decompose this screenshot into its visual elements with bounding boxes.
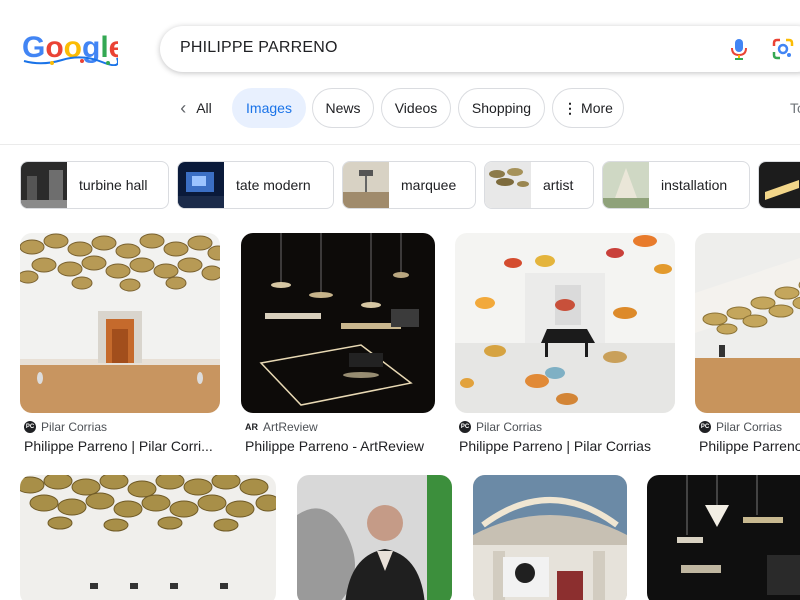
- result-thumbnail[interactable]: [455, 233, 675, 413]
- tab-news[interactable]: News: [312, 88, 374, 128]
- microphone-icon[interactable]: [730, 38, 748, 60]
- search-box[interactable]: PHILIPPE PARRENO: [160, 26, 800, 72]
- source-name: Pilar Corrias: [41, 420, 108, 434]
- google-lens-icon[interactable]: [772, 38, 794, 60]
- favicon: PC: [24, 421, 36, 433]
- image-result-thumbnail[interactable]: [297, 475, 452, 600]
- result-source[interactable]: PC Pilar Corrias: [24, 420, 107, 434]
- result-title[interactable]: Philippe Parreno - ArtReview: [245, 438, 435, 454]
- tab-news-label: News: [325, 100, 361, 116]
- chip-turbine-hall[interactable]: turbine hall: [20, 161, 169, 209]
- result-thumbnail[interactable]: [241, 233, 435, 413]
- source-name: Pilar Corrias: [476, 420, 543, 434]
- chip-thumbnail: [485, 162, 531, 208]
- result-title[interactable]: Philippe Parreno | Pilar Corri...: [24, 438, 220, 454]
- favicon: PC: [699, 421, 711, 433]
- chip-marquee[interactable]: marquee: [342, 161, 476, 209]
- tab-images[interactable]: Images: [232, 88, 306, 128]
- search-tabs: ‹ All Images News Videos Shopping ⋮ More: [0, 88, 800, 128]
- google-doodle-logo[interactable]: Google: [22, 30, 125, 67]
- tab-more-label: More: [581, 100, 613, 116]
- result-source[interactable]: PC Pilar Corrias: [699, 420, 782, 434]
- source-name: Pilar Corrias: [716, 420, 783, 434]
- favicon: AR: [245, 422, 258, 432]
- chip-label: installation: [661, 177, 728, 193]
- tab-videos[interactable]: Videos: [381, 88, 451, 128]
- favicon: PC: [459, 421, 471, 433]
- chip-label: turbine hall: [79, 177, 148, 193]
- result-thumbnail[interactable]: [20, 233, 220, 413]
- chip-installation[interactable]: installation: [602, 161, 750, 209]
- chip-thumbnail: [603, 162, 649, 208]
- result-source[interactable]: PC Pilar Corrias: [459, 420, 542, 434]
- image-result-thumbnail[interactable]: [647, 475, 800, 600]
- result-title[interactable]: Philippe Parreno | Pilar Corrias: [459, 438, 675, 454]
- chip-tate-modern[interactable]: tate modern: [177, 161, 334, 209]
- tools-button[interactable]: To: [790, 100, 800, 116]
- chip-more[interactable]: [758, 161, 800, 209]
- image-result-thumbnail[interactable]: [473, 475, 627, 600]
- chip-thumbnail: [343, 162, 389, 208]
- chip-label: tate modern: [236, 177, 311, 193]
- chevron-left-icon: ‹: [180, 97, 187, 118]
- result-title[interactable]: Philippe Parreno: [699, 438, 800, 454]
- chip-label: artist: [543, 177, 574, 193]
- tab-shopping-label: Shopping: [471, 100, 532, 116]
- chip-label: marquee: [401, 177, 457, 193]
- image-result-thumbnail[interactable]: [20, 475, 276, 600]
- tab-shopping[interactable]: Shopping: [458, 88, 545, 128]
- tab-videos-label: Videos: [394, 100, 438, 116]
- more-vertical-icon: ⋮: [563, 99, 578, 116]
- chip-thumbnail: [21, 162, 67, 208]
- source-name: ArtReview: [263, 420, 318, 434]
- chip-artist[interactable]: artist: [484, 161, 594, 209]
- chip-thumbnail: [178, 162, 224, 208]
- result-source[interactable]: AR ArtReview: [245, 420, 318, 434]
- tab-all-label: All: [196, 100, 212, 116]
- google-images-page: Google PHILIPPE PARRENO ‹ All Images New…: [0, 0, 800, 600]
- result-thumbnail[interactable]: [695, 233, 800, 413]
- search-input[interactable]: PHILIPPE PARRENO: [180, 39, 338, 57]
- chip-thumbnail: [759, 162, 800, 208]
- tab-more[interactable]: ⋮ More: [552, 88, 624, 128]
- header-divider: [0, 144, 800, 145]
- tab-all[interactable]: ‹ All: [168, 88, 224, 128]
- tab-images-label: Images: [246, 100, 292, 116]
